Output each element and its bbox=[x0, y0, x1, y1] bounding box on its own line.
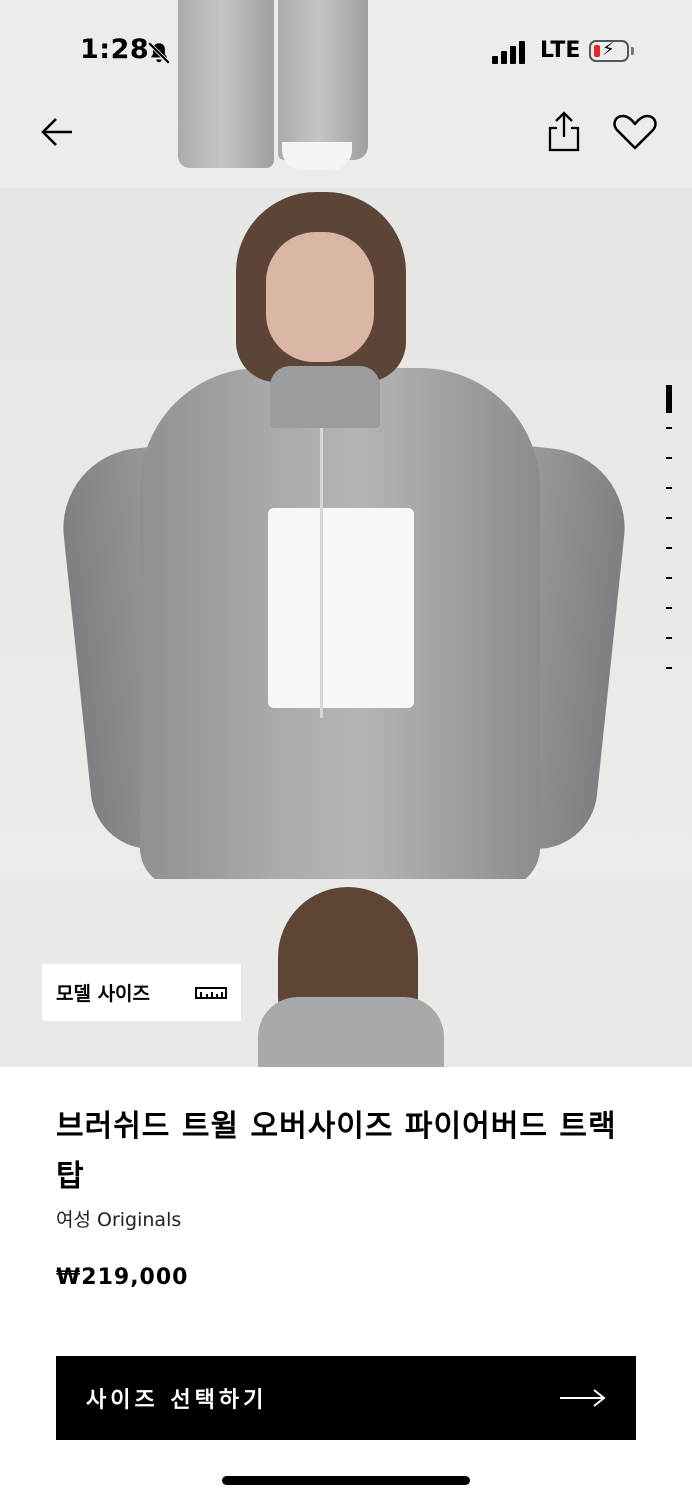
heart-icon bbox=[613, 114, 657, 150]
home-indicator[interactable] bbox=[222, 1476, 470, 1485]
jacket-collar bbox=[270, 366, 380, 428]
model-size-label: 모델 사이즈 bbox=[56, 983, 151, 1005]
model-size-button[interactable]: 모델 사이즈 bbox=[42, 964, 241, 1021]
wishlist-button[interactable] bbox=[612, 112, 658, 152]
share-button[interactable] bbox=[544, 110, 584, 154]
shoe bbox=[282, 142, 352, 170]
arrow-left-icon bbox=[41, 118, 72, 146]
gallery-indicator-tick[interactable] bbox=[666, 487, 672, 489]
charging-bolt-icon: ⚡ bbox=[602, 39, 615, 60]
bell-muted-icon bbox=[147, 41, 171, 65]
select-size-button[interactable]: 사이즈 선택하기 bbox=[56, 1356, 636, 1440]
gallery-indicator-tick[interactable] bbox=[666, 517, 672, 519]
back-button[interactable] bbox=[38, 112, 78, 152]
status-time: 1:28 bbox=[80, 34, 150, 65]
jacket-collar-back bbox=[258, 997, 444, 1067]
battery-level bbox=[594, 45, 600, 57]
gallery-indicator-tick[interactable] bbox=[666, 385, 672, 413]
gallery-indicator-tick[interactable] bbox=[666, 637, 672, 639]
select-size-label: 사이즈 선택하기 bbox=[86, 1388, 268, 1413]
gallery-page-indicator[interactable] bbox=[666, 385, 676, 697]
status-bar: 1:28 LTE ⚡ bbox=[0, 0, 692, 100]
product-title: 브러쉬드 트윌 오버사이즈 파이어버드 트랙 탑 bbox=[56, 1109, 617, 1194]
arrow-right-icon bbox=[560, 1389, 606, 1407]
white-tee bbox=[268, 508, 414, 708]
ruler-icon bbox=[195, 986, 227, 999]
product-image-main[interactable] bbox=[0, 188, 692, 879]
jacket-zip bbox=[320, 378, 323, 718]
battery-tip bbox=[631, 47, 634, 55]
gallery-indicator-tick[interactable] bbox=[666, 457, 672, 459]
signal-icon bbox=[492, 40, 528, 64]
gallery-indicator-tick[interactable] bbox=[666, 607, 672, 609]
product-price: ₩219,000 bbox=[56, 1265, 189, 1290]
model-face bbox=[266, 232, 374, 362]
gallery-indicator-tick[interactable] bbox=[666, 427, 672, 429]
gallery-indicator-tick[interactable] bbox=[666, 547, 672, 549]
gallery-indicator-tick[interactable] bbox=[666, 667, 672, 669]
battery-icon: ⚡ bbox=[589, 39, 629, 62]
network-label: LTE bbox=[540, 38, 581, 63]
product-image-gallery[interactable] bbox=[0, 0, 692, 1067]
gallery-indicator-tick[interactable] bbox=[666, 577, 672, 579]
share-icon bbox=[548, 111, 580, 152]
product-subtitle: 여성 Originals bbox=[56, 1209, 182, 1231]
